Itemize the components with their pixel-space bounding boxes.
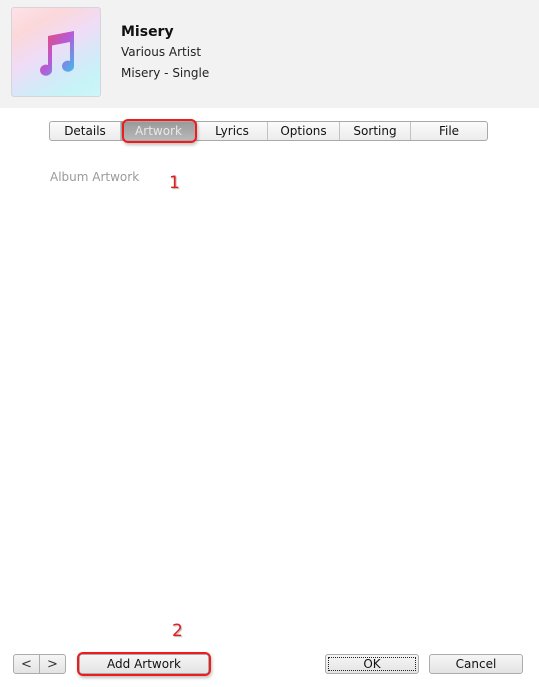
next-track-button[interactable]: > (39, 655, 65, 673)
track-navigation: < > (13, 654, 66, 674)
tab-artwork[interactable]: Artwork (121, 122, 197, 140)
cancel-button[interactable]: Cancel (429, 654, 523, 674)
ok-button[interactable]: OK (325, 654, 419, 674)
tab-options[interactable]: Options (268, 122, 340, 140)
add-artwork-button[interactable]: Add Artwork (79, 654, 209, 674)
chevron-right-icon: > (47, 656, 58, 672)
previous-track-button[interactable]: < (14, 655, 39, 673)
track-album: Misery - Single (121, 66, 210, 80)
music-note-icon (40, 31, 75, 76)
step-1-annotation: 1 (169, 173, 180, 193)
chevron-left-icon: < (21, 656, 32, 672)
tab-file[interactable]: File (411, 122, 487, 140)
tab-details[interactable]: Details (50, 122, 121, 140)
step-2-annotation: 2 (172, 621, 183, 641)
track-header: Misery Various Artist Misery - Single (0, 0, 539, 108)
track-artist: Various Artist (121, 45, 202, 59)
tab-lyrics[interactable]: Lyrics (197, 122, 268, 140)
tab-sorting[interactable]: Sorting (340, 122, 411, 140)
album-artwork-thumbnail (11, 7, 101, 97)
tab-bar: Details Artwork Lyrics Options Sorting F… (49, 121, 488, 141)
track-title: Misery (121, 24, 174, 40)
album-artwork-label: Album Artwork (50, 170, 140, 184)
